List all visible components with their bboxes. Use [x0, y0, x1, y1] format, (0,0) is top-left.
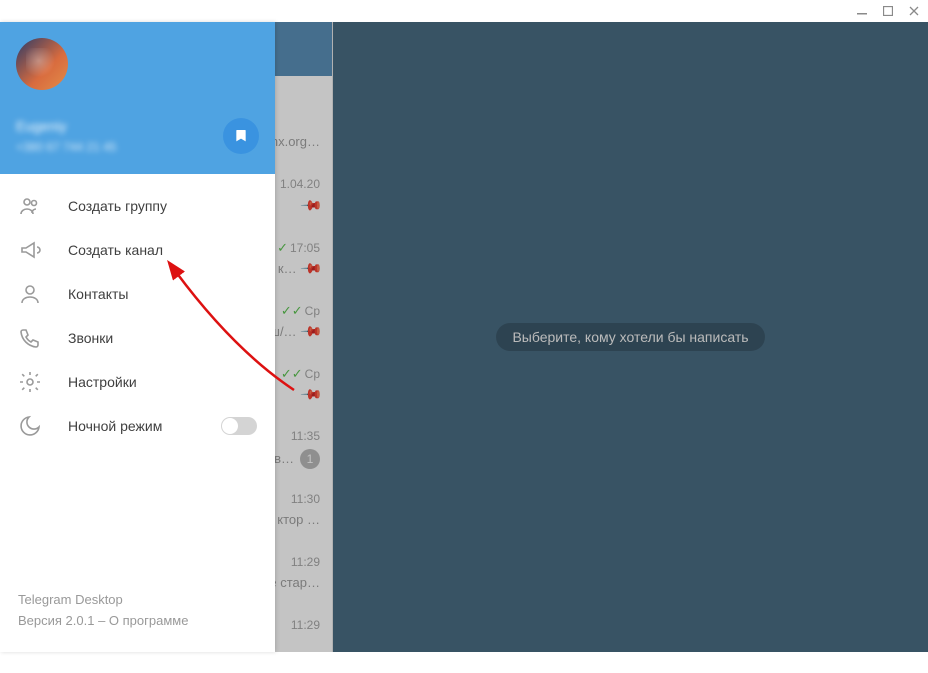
menu-label: Настройки — [68, 374, 137, 390]
profile-phone: +380 67 744 21 45 — [16, 140, 116, 154]
moon-icon — [18, 414, 42, 438]
app-version[interactable]: Версия 2.0.1 – О программе — [18, 611, 257, 632]
phone-icon — [18, 326, 42, 350]
bookmark-icon — [233, 128, 249, 144]
person-icon — [18, 282, 42, 306]
minimize-button[interactable] — [856, 5, 868, 17]
maximize-button[interactable] — [882, 5, 894, 17]
gear-icon — [18, 370, 42, 394]
night-mode-toggle[interactable] — [221, 417, 257, 435]
menu-label: Создать канал — [68, 242, 163, 258]
menu-contacts[interactable]: Контакты — [0, 272, 275, 316]
app-name: Telegram Desktop — [18, 590, 257, 611]
window-titlebar — [0, 0, 928, 22]
drawer-header: Eugeniy +380 67 744 21 45 — [0, 22, 275, 174]
menu-settings[interactable]: Настройки — [0, 360, 275, 404]
menu-label: Контакты — [68, 286, 128, 302]
profile-name: Eugeniy — [16, 118, 67, 134]
drawer-footer: Telegram Desktop Версия 2.0.1 – О програ… — [0, 590, 275, 652]
avatar[interactable] — [16, 38, 68, 90]
close-button[interactable] — [908, 5, 920, 17]
megaphone-icon — [18, 238, 42, 262]
menu-label: Создать группу — [68, 198, 167, 214]
menu-label: Звонки — [68, 330, 113, 346]
side-drawer: Eugeniy +380 67 744 21 45 Создать группу… — [0, 22, 275, 652]
menu-new-group[interactable]: Создать группу — [0, 184, 275, 228]
menu-night-mode[interactable]: Ночной режим — [0, 404, 275, 448]
group-icon — [18, 194, 42, 218]
menu-calls[interactable]: Звонки — [0, 316, 275, 360]
menu-new-channel[interactable]: Создать канал — [0, 228, 275, 272]
saved-messages-button[interactable] — [223, 118, 259, 154]
menu-label: Ночной режим — [68, 418, 162, 434]
drawer-menu: Создать группу Создать канал Контакты Зв… — [0, 174, 275, 590]
